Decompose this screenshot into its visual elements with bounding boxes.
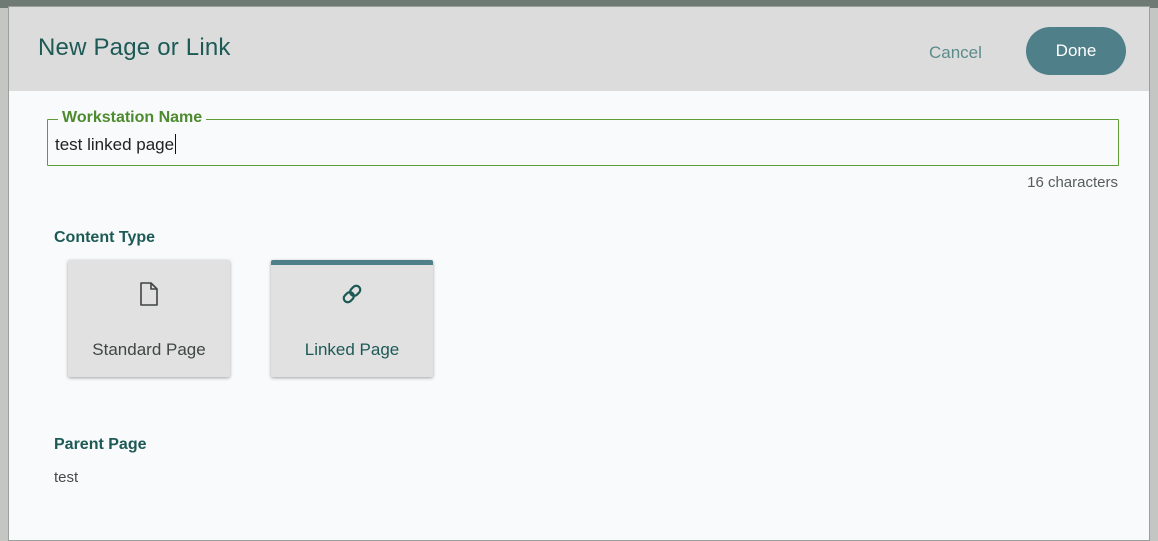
character-count: 16 characters	[1027, 174, 1118, 191]
document-icon	[68, 282, 230, 311]
workstation-name-label: Workstation Name	[58, 109, 207, 127]
cancel-button[interactable]: Cancel	[929, 43, 982, 63]
linked-page-option[interactable]: Linked Page	[271, 260, 433, 377]
workstation-name-value: test linked page	[55, 135, 175, 154]
parent-page-value: test	[54, 469, 79, 486]
parent-page-label: Parent Page	[54, 436, 147, 453]
standard-page-label: Standard Page	[92, 340, 206, 359]
standard-page-option[interactable]: Standard Page	[68, 260, 230, 377]
workstation-name-field[interactable]: Workstation Name test linked page	[47, 109, 1119, 166]
dialog-title: New Page or Link	[38, 34, 231, 61]
link-icon	[271, 282, 433, 311]
content-type-label: Content Type	[54, 229, 156, 246]
text-caret	[175, 134, 177, 154]
done-button[interactable]: Done	[1026, 27, 1126, 75]
workstation-name-input[interactable]: test linked page	[55, 134, 177, 155]
dialog-header: New Page or Link Cancel Done	[9, 7, 1149, 91]
linked-page-label: Linked Page	[304, 340, 400, 359]
new-page-dialog: New Page or Link Cancel Done Workstation…	[8, 6, 1150, 541]
